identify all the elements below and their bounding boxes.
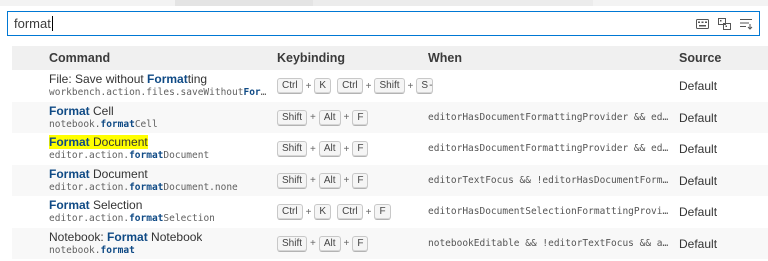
key-separator: + <box>343 238 350 249</box>
editor-tab-strip <box>0 0 768 6</box>
command-id: notebook.formatCell <box>49 118 158 130</box>
command-title: Format Cell <box>49 103 114 118</box>
command-id: editor.action.formatDocument.none <box>49 181 238 193</box>
match-highlight: Format <box>107 229 148 244</box>
key-separator: + <box>305 80 312 92</box>
table-row[interactable]: Format Document editor.action.formatDocum… <box>12 133 768 165</box>
command-title: File: Save without Formatting <box>49 72 208 86</box>
match-highlight: format <box>129 213 164 224</box>
keybinding[interactable]: Ctrl + K Ctrl + F <box>277 204 391 220</box>
key-cap: F <box>374 204 391 220</box>
match-highlight: format <box>129 181 164 193</box>
key-cap: Ctrl <box>277 78 303 94</box>
key-cap: F <box>352 235 369 252</box>
key-cap: Shift <box>277 109 308 126</box>
table-row[interactable]: Format Document editor.action.formatDocum… <box>12 164 768 196</box>
table-row[interactable]: Format Cell notebook.formatCell Shift + Alt +… <box>12 101 768 133</box>
text-caret <box>51 16 53 31</box>
key-separator: + <box>305 206 312 218</box>
when-clause: editorHasDocumentSelectionFormattingProv… <box>428 206 672 217</box>
column-header-command[interactable]: Command <box>49 51 110 65</box>
match-highlight: format <box>100 244 135 256</box>
key-separator: + <box>407 80 414 92</box>
command-id: workbench.action.files.saveWithoutFormat… <box>49 87 271 98</box>
source-label: Default <box>679 173 718 188</box>
column-header-keybinding[interactable]: Keybinding <box>277 51 345 65</box>
match-highlight: format <box>100 118 135 130</box>
key-separator: + <box>343 112 350 123</box>
key-separator: + <box>310 112 316 123</box>
key-cap: Alt <box>318 141 341 157</box>
keybinding[interactable]: Ctrl + K Ctrl + Shift + S <box>277 78 434 94</box>
when-clause: editorHasDocumentFormattingProvider && e… <box>428 111 672 123</box>
keybinding[interactable]: Shift + Alt + F <box>277 235 369 252</box>
when-clause: notebookEditable && !editorTextFocus && … <box>428 237 672 249</box>
table-header: Command Keybinding When Source <box>12 46 768 70</box>
match-highlight: format <box>129 150 164 161</box>
key-cap: Shift <box>277 172 308 189</box>
key-separator: + <box>343 175 350 186</box>
table-row[interactable]: Format Selection editor.action.formatSele… <box>12 196 768 228</box>
command-title: Format Document <box>49 135 148 149</box>
record-keys-icon[interactable] <box>717 17 731 30</box>
key-separator: + <box>343 143 350 155</box>
key-cap: F <box>352 172 369 189</box>
keybinding[interactable]: Shift + Alt + F <box>277 172 369 189</box>
column-header-source[interactable]: Source <box>679 51 721 65</box>
column-header-when[interactable]: When <box>428 51 462 65</box>
source-label: Default <box>679 110 718 125</box>
match-highlight: Format <box>243 87 271 98</box>
key-separator: + <box>310 175 316 186</box>
key-cap: Alt <box>318 109 341 126</box>
key-cap: F <box>352 109 369 126</box>
source-label: Default <box>679 236 718 251</box>
key-cap: Shift <box>277 235 308 252</box>
key-cap: K <box>314 78 332 94</box>
editor-tab[interactable] <box>175 0 313 6</box>
keybindings-table: File: Save without Formatting workbench.a… <box>12 70 768 259</box>
key-cap: Ctrl <box>277 204 303 220</box>
editor-tab[interactable] <box>313 0 593 6</box>
command-id: editor.action.formatSelection <box>49 213 215 224</box>
when-clause: editorHasDocumentFormattingProvider && e… <box>428 143 672 154</box>
match-highlight: Format <box>49 103 90 118</box>
command-title: Format Document <box>49 166 148 181</box>
source-label: Default <box>679 142 718 156</box>
search-actions <box>695 17 753 30</box>
match-highlight: Format <box>49 198 90 212</box>
key-separator: + <box>365 80 372 92</box>
key-cap: K <box>314 204 332 220</box>
match-highlight: Format <box>49 135 90 149</box>
table-row[interactable]: File: Save without Formatting workbench.a… <box>12 70 768 102</box>
key-separator: + <box>310 238 316 249</box>
command-title: Format Selection <box>49 198 143 212</box>
keybinding[interactable]: Shift + Alt + F <box>277 109 369 126</box>
source-label: Default <box>679 79 718 93</box>
key-cap: F <box>352 141 369 157</box>
key-cap: Alt <box>318 172 341 189</box>
keybinding[interactable]: Shift + Alt + F <box>277 141 369 157</box>
source-label: Default <box>679 205 718 219</box>
match-highlight: Format <box>49 166 90 181</box>
key-cap: Ctrl <box>337 78 363 94</box>
search-input[interactable]: format <box>14 16 53 31</box>
command-id: editor.action.formatDocument <box>49 150 210 161</box>
command-title: Notebook: Format Notebook <box>49 229 203 244</box>
match-highlight: Format <box>147 72 188 86</box>
key-separator: + <box>365 206 372 218</box>
table-row[interactable]: Notebook: Format Notebook notebook.format… <box>12 227 768 259</box>
keybindings-search[interactable]: format <box>7 11 760 36</box>
key-cap: Shift <box>374 78 405 94</box>
key-cap: Alt <box>318 235 341 252</box>
when-clause: editorTextFocus && !editorHasDocumentFor… <box>428 174 672 186</box>
key-cap: Ctrl <box>337 204 363 220</box>
command-id: notebook.format <box>49 244 135 256</box>
keyboard-icon[interactable] <box>695 17 709 30</box>
sort-precedence-icon[interactable] <box>739 17 753 30</box>
when-clause: - <box>428 80 434 91</box>
key-cap: Shift <box>277 141 308 157</box>
key-separator: + <box>310 143 316 155</box>
